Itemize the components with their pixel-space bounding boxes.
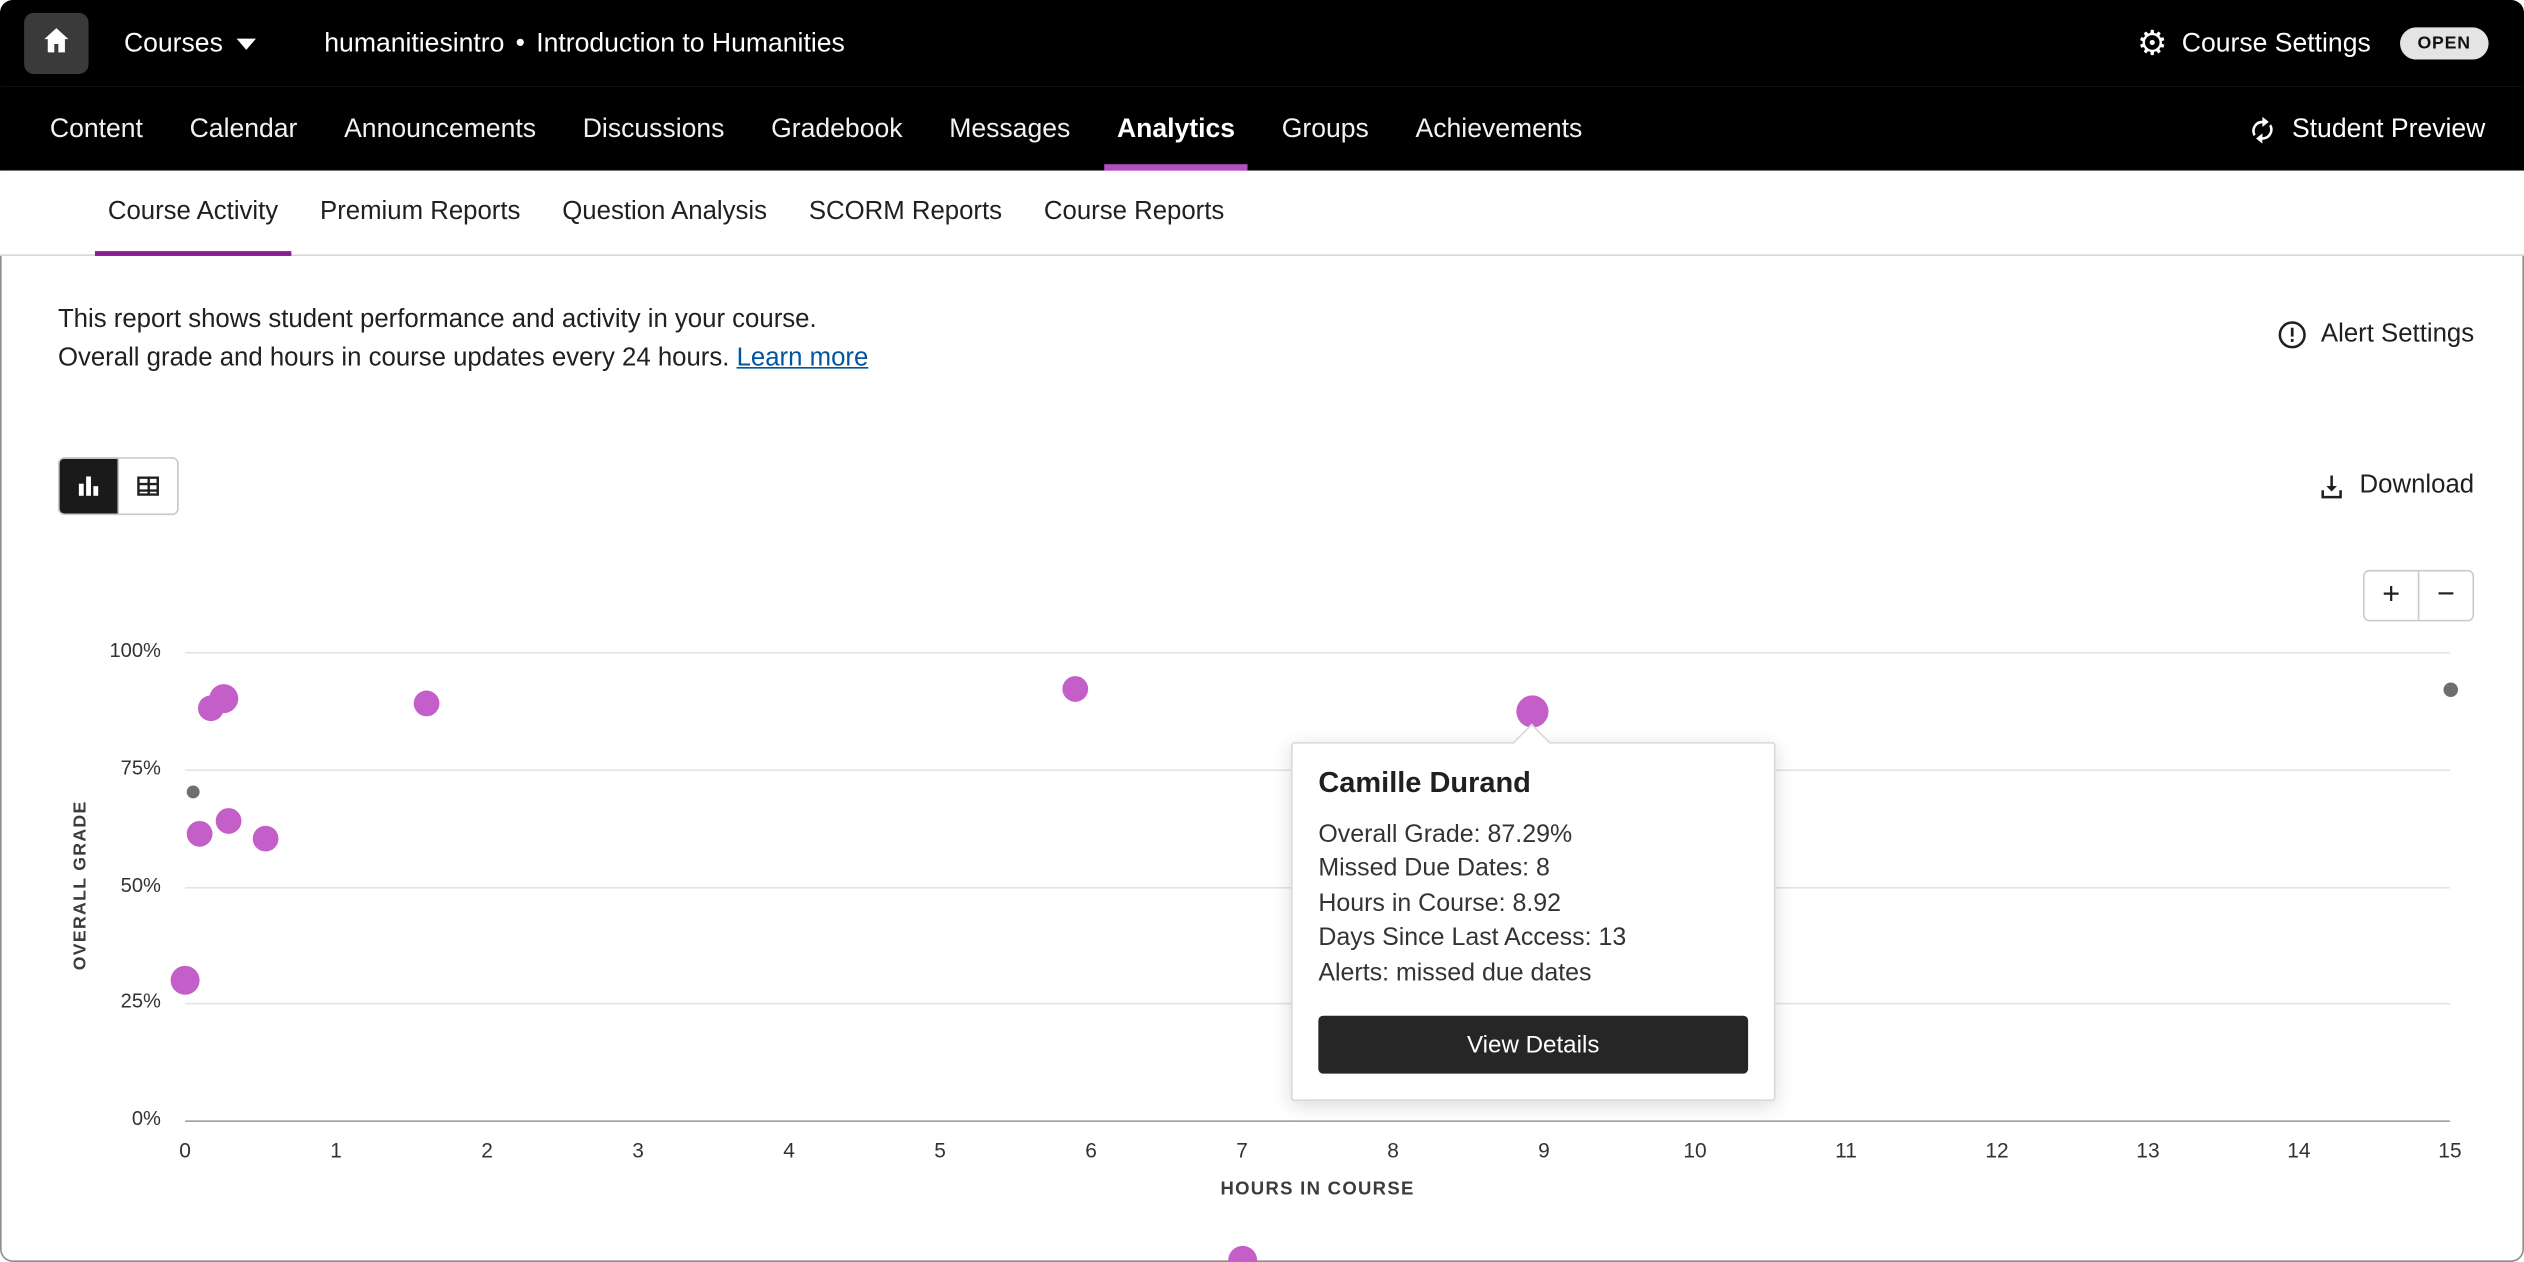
home-button[interactable] xyxy=(24,13,88,74)
x-tick-label: 11 xyxy=(1835,1138,1857,1162)
download-icon xyxy=(2316,471,2347,502)
zoom-controls: + − xyxy=(2363,570,2474,622)
x-tick-label: 9 xyxy=(1538,1138,1550,1162)
y-tick-label: 25% xyxy=(48,990,161,1013)
chart-view-button[interactable] xyxy=(60,459,118,514)
scatter-chart: + − OVERALL GRADE 0%25%50%75%100% 012345… xyxy=(0,515,2524,1262)
courses-dropdown[interactable]: Courses xyxy=(124,28,257,59)
student-tooltip: Camille Durand Overall Grade: 87.29% Mis… xyxy=(1291,742,1776,1101)
x-tick-label: 3 xyxy=(632,1138,644,1162)
report-description-line1: This report shows student performance an… xyxy=(58,301,868,340)
course-nav: Content Calendar Announcements Discussio… xyxy=(0,87,2524,171)
data-point-camille-durand[interactable] xyxy=(1516,695,1548,727)
data-point[interactable] xyxy=(210,684,239,713)
open-status-badge: OPEN xyxy=(2400,27,2489,59)
learn-more-link[interactable]: Learn more xyxy=(737,344,869,371)
data-point[interactable] xyxy=(252,826,278,852)
gear-icon: ⚙ xyxy=(2137,27,2167,61)
x-tick-label: 15 xyxy=(2438,1138,2461,1162)
alert-settings-label: Alert Settings xyxy=(2321,320,2474,349)
view-details-button[interactable]: View Details xyxy=(1318,1016,1748,1074)
data-point[interactable] xyxy=(216,808,242,834)
course-settings-button[interactable]: ⚙ Course Settings xyxy=(2137,27,2371,61)
nav-tab-achievements[interactable]: Achievements xyxy=(1403,87,1596,171)
alert-settings-button[interactable]: Alert Settings xyxy=(2276,301,2474,351)
download-label: Download xyxy=(2360,472,2475,501)
x-tick-label: 2 xyxy=(481,1138,493,1162)
x-tick-label: 6 xyxy=(1085,1138,1097,1162)
data-point[interactable] xyxy=(2443,682,2457,696)
x-tick-label: 13 xyxy=(2136,1138,2159,1162)
course-settings-label: Course Settings xyxy=(2182,28,2371,59)
nav-tab-messages[interactable]: Messages xyxy=(936,87,1083,171)
analytics-subnav: Course Activity Premium Reports Question… xyxy=(0,171,2524,256)
x-tick-label: 14 xyxy=(2287,1138,2310,1162)
subtab-course-reports[interactable]: Course Reports xyxy=(1031,171,1237,255)
y-axis-labels: 0%25%50%75%100% xyxy=(48,652,161,1120)
nav-tab-groups[interactable]: Groups xyxy=(1269,87,1382,171)
nav-tab-announcements[interactable]: Announcements xyxy=(331,87,549,171)
student-preview-label: Student Preview xyxy=(2292,113,2485,144)
course-title: Introduction to Humanities xyxy=(536,28,845,59)
y-tick-label: 100% xyxy=(48,639,161,662)
zoom-out-button[interactable]: − xyxy=(2418,571,2473,619)
download-button[interactable]: Download xyxy=(2316,471,2474,502)
table-grid-icon xyxy=(134,472,163,501)
nav-tab-gradebook[interactable]: Gradebook xyxy=(758,87,915,171)
data-point[interactable] xyxy=(186,786,199,799)
courses-label: Courses xyxy=(124,28,223,59)
bar-chart-icon xyxy=(74,472,103,501)
x-tick-label: 8 xyxy=(1387,1138,1399,1162)
tooltip-days-since-last-access: Days Since Last Access: 13 xyxy=(1318,921,1748,955)
data-point[interactable] xyxy=(1063,676,1089,702)
x-tick-label: 1 xyxy=(330,1138,342,1162)
x-tick-label: 7 xyxy=(1236,1138,1248,1162)
student-preview-button[interactable]: Student Preview xyxy=(2247,87,2485,171)
data-point[interactable] xyxy=(187,822,213,848)
breadcrumb-separator: • xyxy=(516,28,525,59)
subtab-course-activity[interactable]: Course Activity xyxy=(95,171,291,255)
x-tick-label: 0 xyxy=(179,1138,191,1162)
view-toggle xyxy=(58,457,179,515)
tooltip-alerts: Alerts: missed due dates xyxy=(1318,956,1748,990)
subtab-premium-reports[interactable]: Premium Reports xyxy=(307,171,533,255)
nav-tab-analytics[interactable]: Analytics xyxy=(1104,87,1248,171)
alert-icon xyxy=(2276,319,2308,351)
y-tick-label: 0% xyxy=(48,1107,161,1130)
x-axis-title: HOURS IN COURSE xyxy=(185,1180,2450,1199)
data-point[interactable] xyxy=(171,965,200,994)
x-tick-label: 12 xyxy=(1985,1138,2008,1162)
tooltip-hours-in-course: Hours in Course: 8.92 xyxy=(1318,887,1748,921)
course-code: humanitiesintro xyxy=(324,28,504,59)
table-view-button[interactable] xyxy=(118,459,178,514)
subtab-question-analysis[interactable]: Question Analysis xyxy=(549,171,779,255)
page: Courses humanitiesintro • Introduction t… xyxy=(0,0,2524,1262)
y-tick-label: 50% xyxy=(48,873,161,896)
nav-tab-calendar[interactable]: Calendar xyxy=(177,87,311,171)
data-point[interactable] xyxy=(1228,1246,1257,1262)
x-tick-label: 4 xyxy=(783,1138,795,1162)
nav-tab-discussions[interactable]: Discussions xyxy=(570,87,737,171)
home-icon xyxy=(40,23,72,63)
gridline xyxy=(185,652,2450,654)
y-tick-label: 75% xyxy=(48,756,161,779)
gridline xyxy=(185,1120,2450,1122)
zoom-in-button[interactable]: + xyxy=(2365,571,2418,619)
chevron-down-icon xyxy=(237,38,256,49)
subtab-scorm-reports[interactable]: SCORM Reports xyxy=(796,171,1015,255)
tooltip-overall-grade: Overall Grade: 87.29% xyxy=(1318,818,1748,852)
nav-tab-content[interactable]: Content xyxy=(37,87,156,171)
tooltip-missed-due-dates: Missed Due Dates: 8 xyxy=(1318,852,1748,886)
breadcrumb: humanitiesintro • Introduction to Humani… xyxy=(324,28,845,59)
x-axis-labels: 0123456789101112131415 xyxy=(185,1138,2450,1170)
x-tick-label: 10 xyxy=(1683,1138,1706,1162)
report-description: This report shows student performance an… xyxy=(58,301,868,378)
data-point[interactable] xyxy=(414,691,440,717)
refresh-icon xyxy=(2247,113,2278,144)
report-description-line2: Overall grade and hours in course update… xyxy=(58,344,729,371)
tooltip-student-name: Camille Durand xyxy=(1318,766,1748,800)
x-tick-label: 5 xyxy=(934,1138,946,1162)
top-bar: Courses humanitiesintro • Introduction t… xyxy=(0,0,2524,87)
